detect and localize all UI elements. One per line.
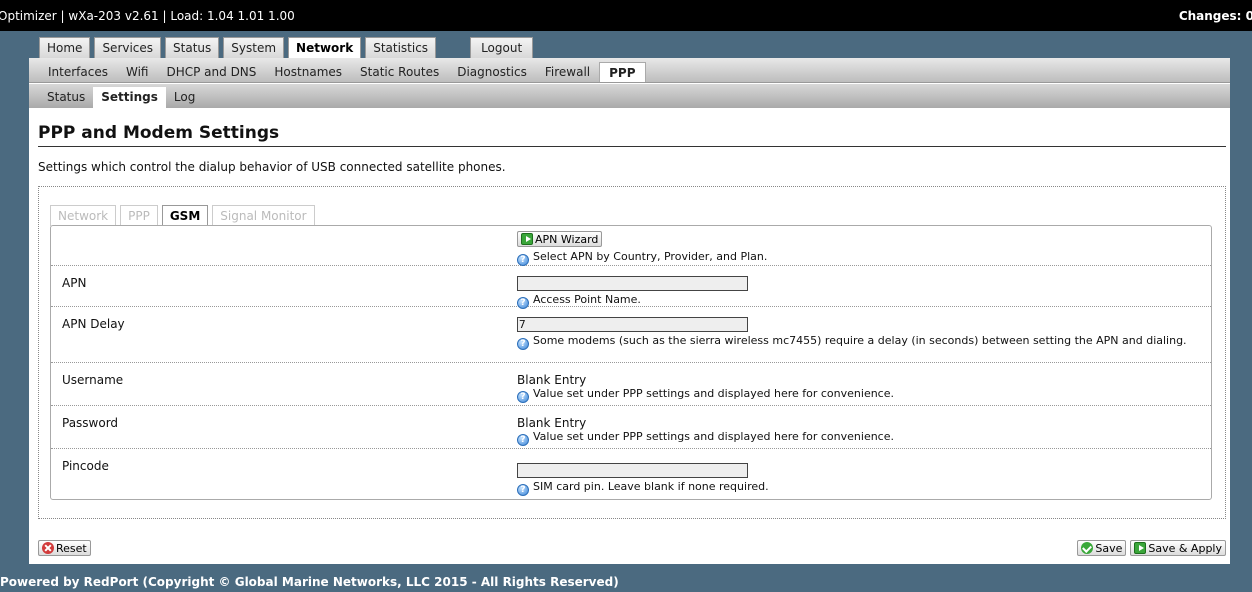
section-tab-gsm[interactable]: GSM: [161, 205, 209, 226]
pincode-hint-text: SIM card pin. Leave blank if none requir…: [533, 480, 769, 493]
reset-icon: [42, 542, 54, 554]
info-icon: ?: [517, 254, 529, 266]
save-apply-label: Save & Apply: [1148, 541, 1222, 555]
username-label: Username: [62, 373, 124, 387]
submenu-ppp[interactable]: PPP: [599, 62, 646, 82]
apn-wizard-hint: ? Select APN by Country, Provider, and Pl…: [517, 250, 1197, 266]
password-hint: ? Value set under PPP settings and displa…: [517, 430, 1197, 446]
apn-delay-hint: ? Some modems (such as the sierra wireles…: [517, 334, 1197, 350]
main-menu: Home Services Status System Network Stat…: [29, 31, 1230, 58]
title-divider: [38, 146, 1226, 147]
pincode-input[interactable]: [517, 463, 748, 478]
ppp-tab-status[interactable]: Status: [39, 87, 93, 108]
username-row: Username Blank Entry ? Value set under PP…: [51, 363, 1211, 406]
reset-label: Reset: [56, 541, 87, 555]
username-value: Blank Entry: [517, 373, 587, 387]
info-icon: ?: [517, 338, 529, 350]
password-row: Password Blank Entry ? Value set under PP…: [51, 406, 1211, 449]
top-bar: Optimizer | wXa-203 v2.61 | Load: 1.04 1…: [0, 0, 1252, 31]
main-frame: Home Services Status System Network Stat…: [29, 31, 1230, 564]
password-label: Password: [62, 416, 119, 430]
section-tab-network[interactable]: Network: [50, 205, 117, 226]
tab-network[interactable]: Network: [288, 37, 362, 58]
submenu-dhcp-dns[interactable]: DHCP and DNS: [157, 62, 265, 82]
pincode-row: Pincode ? SIM card pin. Leave blank if no…: [51, 449, 1211, 499]
apn-hint-text: Access Point Name.: [533, 293, 641, 306]
ppp-submenu: Status Settings Log: [29, 84, 1230, 108]
info-icon: ?: [517, 391, 529, 403]
ppp-tab-log[interactable]: Log: [166, 87, 203, 108]
tab-services[interactable]: Services: [94, 37, 162, 58]
tab-home[interactable]: Home: [39, 37, 91, 58]
info-icon: ?: [517, 434, 529, 446]
save-actions: Save Save & Apply: [1077, 540, 1226, 556]
apn-wizard-row: APN Wizard ? Select APN by Country, Provi…: [51, 226, 1211, 266]
apn-input[interactable]: [517, 276, 748, 291]
info-icon: ?: [517, 484, 529, 496]
check-icon: [1081, 542, 1094, 554]
page-description: Settings which control the dialup behavi…: [38, 160, 506, 174]
tab-statistics[interactable]: Statistics: [365, 37, 437, 58]
apn-wizard-button[interactable]: APN Wizard: [517, 231, 603, 247]
footer-copyright: Powered by RedPort (Copyright © Global M…: [0, 575, 619, 589]
reset-button[interactable]: Reset: [38, 540, 91, 556]
logout-tab[interactable]: Logout: [470, 37, 534, 58]
submenu-hostnames[interactable]: Hostnames: [265, 62, 351, 82]
submenu-firewall[interactable]: Firewall: [536, 62, 599, 82]
password-hint-text: Value set under PPP settings and display…: [533, 430, 894, 443]
apn-delay-hint-text: Some modems (such as the sierra wireless…: [533, 334, 1187, 347]
submenu-diagnostics[interactable]: Diagnostics: [448, 62, 536, 82]
save-button[interactable]: Save: [1077, 540, 1127, 556]
changes-link[interactable]: Changes: 0: [1179, 9, 1252, 23]
save-apply-button[interactable]: Save & Apply: [1130, 540, 1226, 556]
submenu-wifi[interactable]: Wifi: [117, 62, 158, 82]
apn-delay-row: APN Delay 7 ? Some modems (such as the si…: [51, 307, 1211, 363]
apn-delay-input[interactable]: 7: [517, 317, 748, 332]
apn-delay-label: APN Delay: [62, 317, 125, 331]
tab-system[interactable]: System: [223, 37, 285, 58]
username-hint-text: Value set under PPP settings and display…: [533, 387, 894, 400]
apn-wizard-label: APN Wizard: [535, 232, 599, 246]
pincode-hint: ? SIM card pin. Leave blank if none requi…: [517, 480, 1197, 496]
play-icon: [521, 233, 533, 245]
section-tabs: Network PPP GSM Signal Monitor: [50, 205, 319, 226]
apn-wizard-hint-text: Select APN by Country, Provider, and Pla…: [533, 250, 768, 263]
page-title: PPP and Modem Settings: [38, 123, 280, 143]
play-icon: [1134, 542, 1147, 554]
apn-label: APN: [62, 276, 87, 290]
ppp-tab-settings[interactable]: Settings: [93, 87, 166, 108]
device-title: Optimizer | wXa-203 v2.61 | Load: 1.04 1…: [0, 8, 295, 23]
username-hint: ? Value set under PPP settings and displa…: [517, 387, 1197, 403]
gsm-settings-table: APN Wizard ? Select APN by Country, Provi…: [50, 225, 1212, 500]
network-submenu: Interfaces Wifi DHCP and DNS Hostnames S…: [29, 58, 1230, 83]
apn-row: APN ? Access Point Name.: [51, 266, 1211, 309]
section-tab-signal-monitor[interactable]: Signal Monitor: [212, 205, 315, 226]
submenu-static-routes[interactable]: Static Routes: [351, 62, 448, 82]
section-tab-ppp[interactable]: PPP: [120, 205, 158, 226]
pincode-label: Pincode: [62, 459, 109, 473]
password-value: Blank Entry: [517, 416, 587, 430]
tab-status[interactable]: Status: [165, 37, 220, 58]
submenu-interfaces[interactable]: Interfaces: [39, 62, 117, 82]
save-label: Save: [1095, 541, 1123, 555]
